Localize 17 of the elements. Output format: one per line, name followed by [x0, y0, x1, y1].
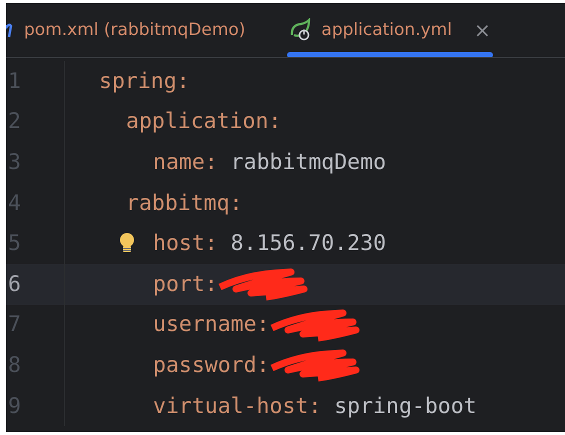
close-button[interactable]: × — [474, 18, 491, 42]
lightbulb-icon[interactable] — [119, 232, 135, 254]
yaml-key: virtual-host: — [153, 394, 322, 419]
editor-tab[interactable]: application.yml × — [279, 3, 501, 57]
yaml-value: 8.156.70.230 — [230, 231, 386, 256]
yaml-key: host: — [153, 231, 218, 256]
yaml-key: rabbitmq: — [126, 190, 242, 216]
line-number: 6 — [6, 264, 65, 305]
yaml-value: spring-boot — [333, 394, 477, 419]
yaml-value: rabbitmqDemo — [230, 150, 386, 175]
editor-tab[interactable]: pom.xml (rabbitmqDemo) — [6, 3, 256, 57]
yaml-key: password: — [153, 352, 270, 378]
yaml-key: spring: — [99, 68, 190, 94]
yaml-key: port: — [153, 272, 218, 297]
yaml-key: name: — [153, 150, 218, 175]
yaml-key: application: — [126, 109, 282, 134]
yaml-key: username: — [153, 312, 270, 338]
